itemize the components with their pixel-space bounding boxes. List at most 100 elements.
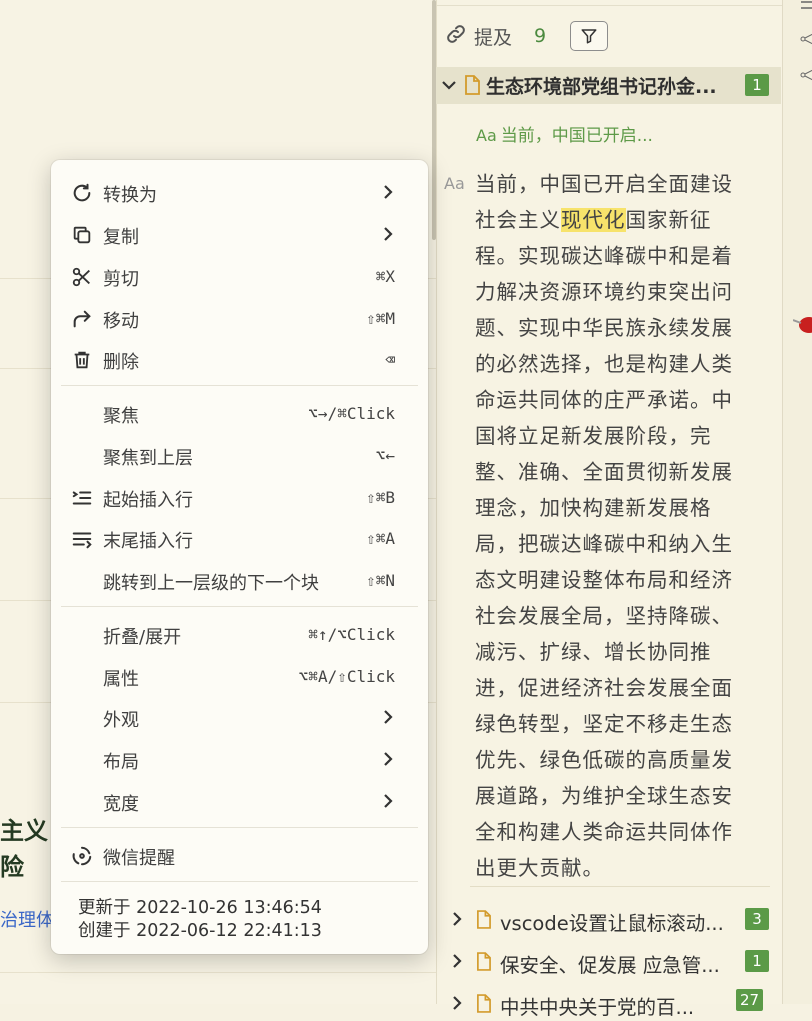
graph-icon[interactable] [799, 68, 812, 82]
filter-button[interactable] [570, 21, 609, 51]
menu-item-shortcut: ⌘↑/⌥Click [308, 625, 395, 644]
reference-title[interactable]: 保安全、促发展 应急管... [500, 949, 740, 978]
paragraph-line: 减污、扩绿、增长协同推 [475, 640, 712, 664]
menu-item-delete[interactable]: 删除 ⌫ [51, 340, 428, 378]
chevron-right-icon[interactable] [450, 952, 464, 974]
updated-timestamp: 更新于 2022-10-26 13:46:54 [78, 898, 322, 918]
paragraph-line: 出更大贡献。 [475, 856, 604, 880]
menu-item-jump-next-block[interactable]: 跳转到上一层级的下一个块 ⇧⌘N [51, 561, 428, 599]
page-icon [476, 910, 491, 933]
menu-item-width[interactable]: 宽度 [51, 782, 428, 820]
text-block-icon: Aa [476, 126, 497, 145]
menu-item-layout[interactable]: 布局 [51, 740, 428, 778]
menu-item-label: 布局 [103, 752, 139, 773]
context-menu: 转换为 复制 剪切 ⌘X 移动 ⇧⌘M 删除 ⌫ 聚焦 ⌥→/⌘Click 聚焦… [51, 160, 428, 954]
document-heading: 险 [0, 853, 24, 881]
reference-item[interactable]: vscode设置让鼠标滚动... 3 [436, 901, 781, 937]
mentions-count: 9 [534, 25, 547, 47]
link-icon [444, 22, 468, 50]
menu-item-label: 属性 [103, 669, 139, 690]
paragraph-line: 力解决资源环境约束突出问 [475, 280, 733, 304]
move-arrow-icon [73, 310, 91, 328]
page-icon [476, 994, 491, 1017]
refresh-icon [73, 183, 91, 202]
mentions-label: 提及 [474, 26, 513, 49]
document-link[interactable]: 治理体 [0, 906, 54, 932]
paragraph-line: 态文明建设整体布局和经济 [475, 568, 733, 592]
paragraph-line: 全和构建人类命运共同体作 [475, 820, 733, 844]
menu-item-shortcut: ⌘X [375, 267, 395, 286]
menu-item-fold[interactable]: 折叠/展开 ⌘↑/⌥Click [51, 615, 428, 653]
document-heading: 主义 [0, 817, 48, 845]
chevron-right-icon [384, 752, 393, 766]
paragraph-text: 社会主义 [475, 208, 561, 232]
paragraph-line: 进，促进经济社会发展全面 [475, 676, 733, 700]
menu-item-shortcut: ⌥→/⌘Click [308, 404, 395, 423]
menu-item-label: 移动 [103, 311, 139, 332]
paragraph-line: 题、实现中华民族永续发展 [475, 316, 733, 340]
breadcrumb-text: 当前，中国已开启... [500, 126, 653, 146]
filter-icon [581, 29, 597, 44]
paragraph-text: 国家新征 [625, 208, 712, 232]
scrollbar-thumb[interactable] [432, 0, 436, 240]
menu-item-label: 末尾插入行 [103, 531, 193, 552]
reference-item-expanded[interactable]: 生态环境部党组书记孙金... 1 [436, 67, 781, 104]
trash-icon [74, 351, 90, 369]
menu-item-shortcut: ⌥← [375, 446, 395, 465]
divider [0, 972, 436, 973]
reference-title[interactable]: 中共中央关于党的百... [500, 991, 740, 1020]
menu-item-attributes[interactable]: 属性 ⌥⌘A/⇧Click [51, 657, 428, 695]
paragraph-line: 社会主义现代化国家新征 [475, 202, 747, 238]
chevron-right-icon[interactable] [450, 994, 464, 1016]
list-icon[interactable] [799, 0, 812, 12]
menu-item-wechat-reminder[interactable]: 微信提醒 [51, 836, 428, 874]
menu-item-shortcut: ⇧⌘B [366, 488, 395, 507]
reference-count-badge: 1 [745, 950, 769, 972]
menu-item-label: 聚焦 [103, 406, 139, 427]
chevron-right-icon [384, 794, 393, 808]
reference-count-badge: 27 [736, 989, 764, 1011]
menu-separator [61, 606, 418, 607]
paragraph-line: 的必然选择，也是构建人类 [475, 352, 733, 376]
mentions-header: 提及 9 [444, 18, 609, 54]
chevron-down-icon[interactable] [440, 73, 458, 101]
menu-item-label: 跳转到上一层级的下一个块 [103, 573, 319, 594]
pin-icon [793, 317, 812, 333]
reference-item[interactable]: 中共中央关于党的百... 27 [436, 985, 781, 1021]
scissors-icon [72, 267, 90, 287]
paragraph-line: 当前，中国已开启全面建设 [475, 172, 733, 196]
divider [437, 5, 782, 6]
insert-after-icon [72, 532, 92, 549]
paragraph-line: 局，把碳达峰碳中和纳入生 [475, 532, 733, 556]
reference-paragraph[interactable]: 当前，中国已开启全面建设 社会主义现代化国家新征 程。实现碳达峰碳中和是着 力解… [475, 166, 747, 886]
menu-item-label: 剪切 [103, 269, 139, 290]
chevron-right-icon [384, 710, 393, 724]
menu-item-convert[interactable]: 转换为 [51, 173, 428, 211]
chevron-right-icon[interactable] [450, 910, 464, 932]
page-icon [476, 952, 491, 975]
reference-breadcrumb[interactable]: Aa 当前，中国已开启... [476, 121, 653, 146]
menu-item-label: 微信提醒 [103, 848, 175, 869]
menu-item-appearance[interactable]: 外观 [51, 698, 428, 736]
paragraph-line: 命运共同体的庄严承诺。中 [475, 388, 733, 412]
menu-item-focus[interactable]: 聚焦 ⌥→/⌘Click [51, 394, 428, 432]
menu-item-copy[interactable]: 复制 [51, 215, 428, 253]
paragraph-line: 社会发展全局，坚持降碳、 [475, 604, 733, 628]
menu-item-insert-before[interactable]: 起始插入行 ⇧⌘B [51, 478, 428, 516]
menu-item-insert-after[interactable]: 末尾插入行 ⇧⌘A [51, 519, 428, 557]
menu-item-focus-parent[interactable]: 聚焦到上层 ⌥← [51, 436, 428, 474]
menu-item-label: 转换为 [103, 185, 157, 206]
reference-title[interactable]: vscode设置让鼠标滚动... [500, 907, 740, 936]
menu-item-label: 宽度 [103, 794, 139, 815]
reference-item[interactable]: 保安全、促发展 应急管... 1 [436, 943, 781, 979]
menu-separator [61, 827, 418, 828]
reference-title[interactable]: 生态环境部党组书记孙金... [486, 72, 717, 99]
paragraph-line: 展道路，为维护全球生态安 [475, 784, 733, 808]
menu-item-move[interactable]: 移动 ⇧⌘M [51, 299, 428, 337]
menu-item-label: 聚焦到上层 [103, 448, 193, 469]
wechat-reminder-icon [72, 846, 92, 866]
paragraph-line: 绿色转型，坚定不移走生态 [475, 712, 733, 736]
menu-item-cut[interactable]: 剪切 ⌘X [51, 257, 428, 295]
graph-icon[interactable] [799, 32, 812, 46]
chevron-right-icon [384, 227, 393, 241]
